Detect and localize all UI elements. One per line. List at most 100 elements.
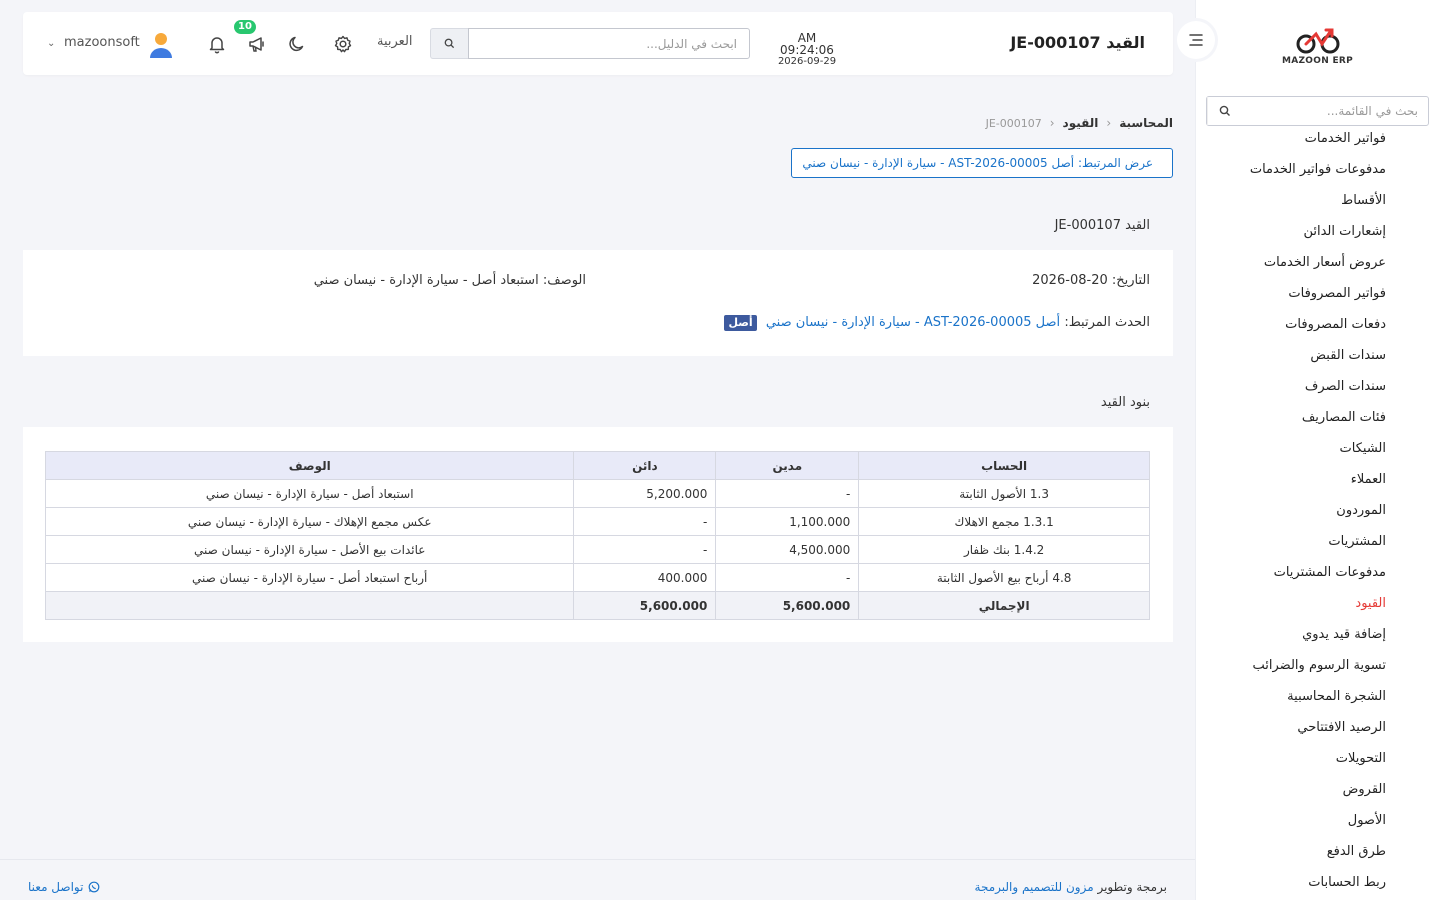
breadcrumb-accounting[interactable]: المحاسبة xyxy=(1119,116,1173,130)
breadcrumb-entries[interactable]: القيود xyxy=(1063,116,1099,130)
cell-credit: - xyxy=(573,535,717,564)
sidebar-item[interactable]: دفعات المصروفات xyxy=(1196,309,1386,340)
chevron-down-icon[interactable]: ⌄ xyxy=(47,38,55,49)
gear-icon[interactable] xyxy=(331,32,355,56)
total-empty xyxy=(44,591,575,620)
entry-date-label: التاريخ: xyxy=(1111,273,1150,288)
breadcrumb-current: JE-000107 xyxy=(985,116,1042,130)
sidebar-item[interactable]: الشجرة المحاسبية xyxy=(1196,681,1386,712)
sidebar-item[interactable]: العملاء xyxy=(1196,464,1386,495)
search-icon[interactable] xyxy=(1207,97,1241,125)
logo-icon xyxy=(1296,28,1339,54)
sidebar-item[interactable]: الشيكات xyxy=(1196,433,1386,464)
cell-debit: 1,100.000 xyxy=(715,507,860,536)
sidebar-item[interactable]: المشتريات xyxy=(1196,526,1386,557)
sidebar-item[interactable]: ربط الحسابات xyxy=(1196,867,1386,898)
brand-logo[interactable]: MAZOON ERP xyxy=(1196,0,1440,90)
sidebar-item[interactable]: عروض أسعار الخدمات xyxy=(1196,247,1386,278)
sidebar-item[interactable]: مدفوعات فواتير الخدمات xyxy=(1196,154,1386,185)
clock: AM 09:24:06 2026-09-29 xyxy=(772,32,842,68)
sidebar-item[interactable]: فواتير الخدمات xyxy=(1196,126,1386,154)
entry-heading: القيد JE-000107 xyxy=(1054,217,1150,233)
entry-linked-link[interactable]: أصل AST-2026-00005 - سيارة الإدارة - نيس… xyxy=(766,315,1060,330)
cell-description: أرباح استبعاد أصل - سيارة الإدارة - نيسا… xyxy=(44,563,575,592)
entry-description-label: الوصف: xyxy=(542,273,586,288)
footer-credit-link[interactable]: مزون للتصميم والبرمجة xyxy=(975,880,1094,894)
whatsapp-icon xyxy=(89,881,100,893)
sidebar-item[interactable]: إشعارات الدائن xyxy=(1196,216,1386,247)
sidebar-item[interactable]: الأصول xyxy=(1196,805,1386,836)
header-search-input[interactable] xyxy=(468,28,750,59)
footer: برمجة وتطوير مزون للتصميم والبرمجة تواصل… xyxy=(0,859,1195,900)
col-credit: دائن xyxy=(573,451,717,480)
contact-us-link[interactable]: تواصل معنا xyxy=(28,880,100,894)
entry-linked-event: الحدث المرتبط: أصل AST-2026-00005 - سيار… xyxy=(724,315,1150,331)
entry-lines-header: بنود القيد xyxy=(23,377,1173,427)
sidebar-item[interactable]: القيود xyxy=(1196,588,1386,619)
notification-badge: 10 xyxy=(234,20,256,34)
header-search xyxy=(430,28,750,59)
top-header: القيد JE-000107 AM 09:24:06 2026-09-29 ا… xyxy=(23,12,1173,75)
contact-us-label: تواصل معنا xyxy=(28,880,84,894)
cell-credit: 400.000 xyxy=(573,563,717,592)
entry-card-header: القيد JE-000107 xyxy=(23,200,1173,250)
sidebar: MAZOON ERP فواتير الخدماتمدفوعات فواتير … xyxy=(1195,0,1440,900)
view-linked-button[interactable]: عرض المرتبط: أصل AST-2026-00005 - سيارة … xyxy=(791,148,1173,178)
sidebar-item[interactable]: تسوية الرسوم والضرائب xyxy=(1196,650,1386,681)
header-search-button[interactable] xyxy=(430,28,468,59)
sidebar-item[interactable]: إضافة قيد يدوي xyxy=(1196,619,1386,650)
brand-name: MAZOON ERP xyxy=(1281,56,1354,66)
entry-linked-label: الحدث المرتبط: xyxy=(1064,315,1150,330)
sidebar-search-input[interactable] xyxy=(1241,97,1428,125)
sidebar-item[interactable]: الرصيد الافتتاحي xyxy=(1196,712,1386,743)
table-header-row: الحساب مدين دائن الوصف xyxy=(44,451,1150,480)
footer-credit-prefix: برمجة وتطوير xyxy=(1097,880,1167,894)
language-switcher[interactable]: العربية xyxy=(377,34,413,49)
entry-description: الوصف: استبعاد أصل - سيارة الإدارة - نيس… xyxy=(314,273,586,288)
table-total-row: الإجمالي 5,600.000 5,600.000 xyxy=(44,591,1150,620)
username[interactable]: mazoonsoft xyxy=(64,35,140,50)
cell-account: 4.8 أرباح بيع الأصول الثابتة xyxy=(858,563,1150,592)
total-credit: 5,600.000 xyxy=(573,591,717,620)
sidebar-item[interactable]: فواتير المصروفات xyxy=(1196,278,1386,309)
sidebar-item[interactable]: سندات القبض xyxy=(1196,340,1386,371)
bell-icon[interactable] xyxy=(205,32,229,56)
cell-account: 1.3 الأصول الثابتة xyxy=(858,479,1150,508)
megaphone-icon[interactable] xyxy=(245,32,269,56)
sidebar-item[interactable]: التحويلات xyxy=(1196,743,1386,774)
col-description: الوصف xyxy=(44,451,575,480)
entry-date-value: 20-08-2026 xyxy=(1032,273,1108,288)
sidebar-item[interactable]: طرق الدفع xyxy=(1196,836,1386,867)
sidebar-item[interactable]: سندات الصرف xyxy=(1196,371,1386,402)
page-title: القيد JE-000107 xyxy=(1010,33,1145,52)
cell-description: استبعاد أصل - سيارة الإدارة - نيسان صني xyxy=(44,479,575,508)
sidebar-item[interactable]: الأقساط xyxy=(1196,185,1386,216)
total-label: الإجمالي xyxy=(858,591,1150,620)
entry-lines-table: الحساب مدين دائن الوصف 1.3 الأصول الثابت… xyxy=(44,451,1150,620)
sidebar-search xyxy=(1206,96,1429,126)
cell-debit: - xyxy=(715,479,860,508)
entry-description-value: استبعاد أصل - سيارة الإدارة - نيسان صني xyxy=(313,273,539,288)
total-debit: 5,600.000 xyxy=(715,591,860,620)
entry-lines-body: الحساب مدين دائن الوصف 1.3 الأصول الثابت… xyxy=(23,427,1173,642)
table-row: 4.8 أرباح بيع الأصول الثابتة -400.000 أربا… xyxy=(44,563,1150,592)
menu-icon xyxy=(1189,34,1203,46)
cell-credit: - xyxy=(573,507,717,536)
sidebar-item[interactable]: فئات المصاريف xyxy=(1196,402,1386,433)
moon-icon[interactable] xyxy=(285,32,309,56)
entry-card: القيد JE-000107 التاريخ: 20-08-2026 الوص… xyxy=(23,200,1173,356)
entry-lines-heading: بنود القيد xyxy=(1100,394,1150,410)
col-account: الحساب xyxy=(858,451,1150,480)
view-linked-label: عرض المرتبط: أصل AST-2026-00005 - سيارة … xyxy=(802,156,1153,170)
sidebar-item[interactable]: القروض xyxy=(1196,774,1386,805)
sidebar-toggle-button[interactable] xyxy=(1177,21,1215,59)
table-row: 1.3.1 مجمع الاهلاك 1,100.000- عكس مجمع الإ… xyxy=(44,507,1150,536)
table-row: 1.3 الأصول الثابتة -5,200.000 استبعاد أصل … xyxy=(44,479,1150,508)
sidebar-item[interactable]: مدفوعات المشتريات xyxy=(1196,557,1386,588)
sidebar-item[interactable]: الموردون xyxy=(1196,495,1386,526)
avatar[interactable] xyxy=(148,31,174,59)
breadcrumb: المحاسبة ‹ القيود ‹ JE-000107 xyxy=(986,116,1173,130)
cell-account: 1.3.1 مجمع الاهلاك xyxy=(858,507,1150,536)
entry-date: التاريخ: 20-08-2026 xyxy=(1032,273,1150,288)
col-debit: مدين xyxy=(715,451,860,480)
